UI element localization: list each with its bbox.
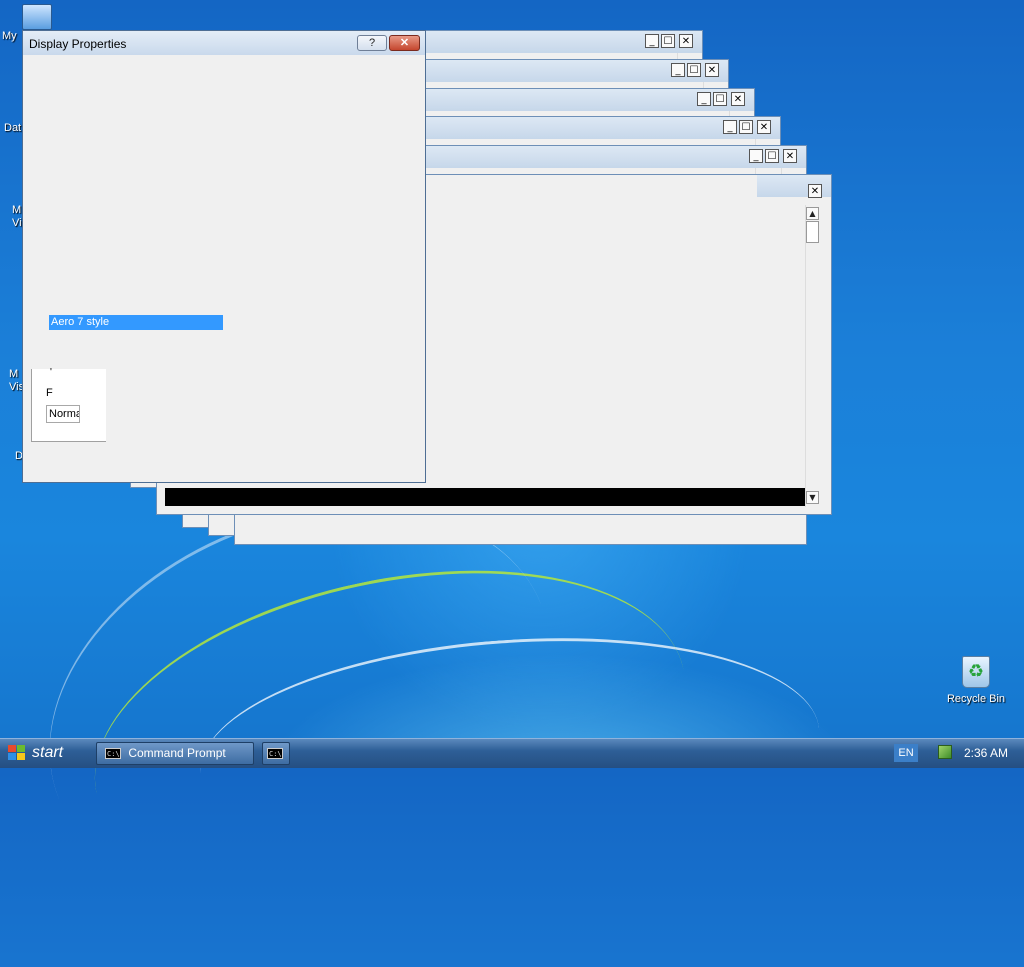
cmd-icon: C:\ [267,748,283,760]
taskbar-button-command-prompt[interactable]: C:\ Command Prompt [96,742,254,765]
fragment-label: ' [50,367,52,378]
close-button[interactable]: ✕ [808,184,822,198]
close-button[interactable]: ✕ [783,149,797,163]
minimize-button[interactable]: _ [749,149,763,163]
close-button[interactable]: ✕ [389,35,420,51]
language-label: EN [898,747,914,759]
close-button[interactable]: ✕ [705,63,719,77]
close-button[interactable]: ✕ [679,34,693,48]
start-button[interactable]: start [0,739,88,768]
title-bar[interactable]: Display Properties ? ✕ [23,31,425,55]
maximize-button[interactable]: ☐ [765,149,779,163]
theme-list-item-selected[interactable]: Aero 7 style [49,315,223,330]
desktop-icon-label: My [2,30,17,42]
close-button[interactable]: ✕ [731,92,745,106]
console-area[interactable] [165,488,805,506]
close-button[interactable]: ✕ [757,120,771,134]
fragment-label: F [46,387,53,399]
cmd-icon: C:\ [105,748,121,760]
minimize-button[interactable]: _ [697,92,711,106]
minimize-button[interactable]: _ [645,34,659,48]
taskbar-button-label: Command Prompt [128,746,226,760]
minimize-button[interactable]: _ [671,63,685,77]
desktop-icon-label: Recycle Bin [946,693,1006,705]
maximize-button[interactable]: ☐ [687,63,701,77]
scroll-up-button[interactable]: ▲ [806,207,819,220]
maximize-button[interactable]: ☐ [661,34,675,48]
desktop-icon-data[interactable]: Dat [4,122,21,134]
language-indicator[interactable]: EN [894,744,918,762]
start-label: start [32,744,64,761]
maximize-button[interactable]: ☐ [713,92,727,106]
scroll-down-button[interactable]: ▼ [806,491,819,504]
settings-group: ' F Norma [31,367,106,442]
taskbar-button-cmd[interactable]: C:\ [262,742,290,765]
normal-dropdown[interactable]: Norma [46,405,80,423]
network-icon[interactable] [938,745,952,759]
scrollbar[interactable]: ▲ ▼ [805,205,820,507]
maximize-button[interactable]: ☐ [739,120,753,134]
desktop-icon-recycle-bin[interactable]: ♻ Recycle Bin [944,656,1008,705]
desktop-icon-label: Dat [4,122,22,134]
windows-logo-icon [8,745,26,761]
window-title: Display Properties [29,37,127,51]
taskbar: start C:\ Command Prompt C:\ EN 2:36 AM [0,738,1024,768]
recycle-bin-icon: ♻ [962,656,990,688]
desktop-icon-label: M Vi [12,204,22,229]
help-button[interactable]: ? [357,35,387,51]
dropdown-value: Norma [49,408,80,420]
computer-icon [22,4,52,30]
scroll-thumb[interactable] [806,221,819,243]
clock[interactable]: 2:36 AM [964,746,1008,760]
display-properties-window[interactable]: Display Properties ? ✕ Aero 7 style ' F … [22,30,426,483]
minimize-button[interactable]: _ [723,120,737,134]
